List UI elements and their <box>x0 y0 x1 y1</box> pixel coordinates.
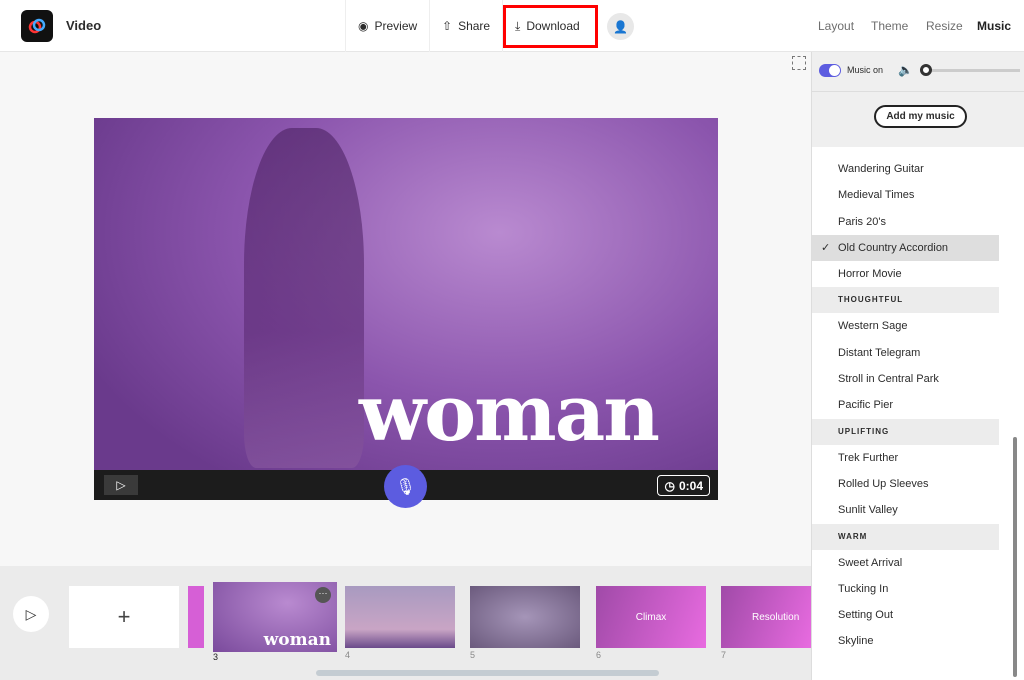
slide-thumbnail[interactable]: Resolution <box>721 586 811 648</box>
track-item[interactable]: Western Sage <box>812 313 999 339</box>
add-person-icon: 👤 <box>613 19 628 34</box>
track-item[interactable]: Wandering Guitar <box>812 156 999 182</box>
tab-resize[interactable]: Resize <box>926 19 963 33</box>
overlay-text[interactable]: woman <box>359 368 660 459</box>
project-title: Video <box>66 18 102 33</box>
track-list: Wandering Guitar Medieval Times Paris 20's… <box>812 156 999 655</box>
top-bar: Video ◉ Preview ⇧ Share ⤓ Download 👤 Layout… <box>0 0 1024 52</box>
track-item[interactable]: ✓ Old Country Accordion <box>812 234 999 262</box>
track-label: Sunlit Valley <box>838 504 898 517</box>
app-logo[interactable] <box>21 10 53 42</box>
volume-icon: 🔈 <box>898 63 913 77</box>
track-item[interactable]: Horror Movie <box>812 261 999 287</box>
slide-thumbnail[interactable]: Climax <box>596 586 706 648</box>
woman-figure <box>244 128 364 468</box>
duration-button[interactable]: ◷ 0:04 <box>657 475 710 496</box>
play-icon: ▷ <box>25 605 37 622</box>
divider <box>812 91 1024 92</box>
track-label: Distant Telegram <box>838 346 921 359</box>
track-item[interactable]: Pacific Pier <box>812 392 999 418</box>
add-my-music-button[interactable]: Add my music <box>874 105 967 128</box>
track-item[interactable]: Tucking In <box>812 576 999 602</box>
slide-thumbnail[interactable] <box>470 586 580 648</box>
music-controls: Music on 🔈 Add my music <box>812 52 1024 147</box>
play-icon: ▷ <box>116 478 126 492</box>
track-item[interactable]: Distant Telegram <box>812 340 999 366</box>
volume-knob[interactable] <box>920 64 932 76</box>
tab-music[interactable]: Music <box>977 19 1011 33</box>
track-label: Horror Movie <box>838 268 902 281</box>
track-label: Wandering Guitar <box>838 163 924 175</box>
track-item[interactable]: Medieval Times <box>812 182 999 208</box>
filmstrip-scrollbar[interactable] <box>316 670 659 676</box>
play-all-button[interactable]: ▷ <box>13 596 49 632</box>
slide-number: 4 <box>345 650 351 660</box>
track-item[interactable]: Sunlit Valley <box>812 497 999 523</box>
tab-theme[interactable]: Theme <box>871 19 908 33</box>
track-label: Trek Further <box>838 451 899 464</box>
track-label: Medieval Times <box>838 189 915 202</box>
tab-layout[interactable]: Layout <box>818 19 854 33</box>
category-header: WARM <box>812 523 999 550</box>
music-toggle[interactable] <box>819 64 841 77</box>
play-button[interactable]: ▷ <box>104 475 138 495</box>
track-item[interactable]: Stroll in Central Park <box>812 366 999 392</box>
slide-number: 7 <box>721 650 727 660</box>
slide-label <box>345 586 455 648</box>
track-label: Sweet Arrival <box>838 556 903 569</box>
invite-person-button[interactable]: 👤 <box>607 13 634 40</box>
track-item[interactable]: Skyline <box>812 628 999 654</box>
preview-button[interactable]: ◉ Preview <box>345 0 429 52</box>
record-voice-button[interactable]: 🎙 <box>384 465 427 508</box>
track-label: Old Country Accordion <box>838 241 949 254</box>
track-item[interactable]: Rolled Up Sleeves <box>812 471 999 497</box>
panel-scrollbar[interactable] <box>1013 437 1017 677</box>
eye-icon: ◉ <box>358 19 369 33</box>
track-label: Paris 20's <box>838 215 886 228</box>
category-header: UPLIFTING <box>812 418 999 445</box>
download-highlight <box>503 5 598 48</box>
add-slide-button[interactable]: + <box>69 586 179 648</box>
slide-label <box>470 586 580 648</box>
track-item[interactable]: Paris 20's <box>812 209 999 235</box>
slide-number: 6 <box>596 650 602 660</box>
check-icon: ✓ <box>821 241 831 254</box>
track-item[interactable]: Trek Further <box>812 445 999 471</box>
track-label: Rolled Up Sleeves <box>838 477 929 490</box>
music-toggle-label: Music on <box>847 65 884 75</box>
music-panel: Music on 🔈 Add my music Wandering Guitar… <box>811 52 1024 680</box>
track-item[interactable]: Sweet Arrival <box>812 550 999 576</box>
microphone-icon: 🎙 <box>395 478 416 496</box>
slide-thumbnail[interactable]: woman ··· <box>213 582 337 652</box>
filmstrip: ▷ + woman ··· 3 4 5 Climax 6 Resolution … <box>0 566 811 680</box>
slide-label: Resolution <box>752 611 800 623</box>
track-label: Skyline <box>838 635 874 648</box>
share-button[interactable]: ⇧ Share <box>429 0 502 52</box>
video-preview[interactable]: woman ▷ ◷ 0:04 <box>94 118 718 500</box>
clock-icon: ◷ <box>664 478 675 493</box>
track-label: Tucking In <box>838 582 889 595</box>
slide-label: Climax <box>635 611 667 623</box>
track-label: Western Sage <box>838 320 908 333</box>
slide-number: 5 <box>470 650 476 660</box>
fullscreen-icon[interactable] <box>792 56 806 70</box>
slide-thumbnail[interactable] <box>345 586 455 648</box>
more-options-icon[interactable]: ··· <box>315 587 331 603</box>
track-label: Stroll in Central Park <box>838 373 939 386</box>
track-item[interactable]: Setting Out <box>812 602 999 628</box>
track-label: Pacific Pier <box>838 399 894 412</box>
share-icon: ⇧ <box>442 19 453 33</box>
track-label: Setting Out <box>838 609 894 622</box>
slide-thumbnail-partial[interactable] <box>188 586 204 648</box>
slide-number: 3 <box>213 652 219 662</box>
volume-slider[interactable] <box>920 69 1020 72</box>
category-header: THOUGHTFUL <box>812 287 999 314</box>
